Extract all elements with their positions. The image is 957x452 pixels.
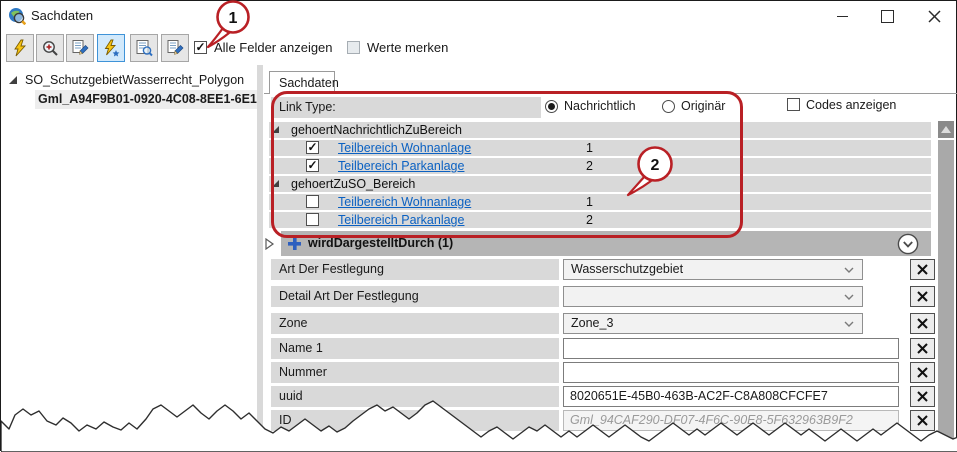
scrollbar-up-button[interactable] [938, 121, 954, 138]
minimize-button[interactable] [827, 4, 857, 28]
scrollbar-thumb[interactable] [938, 140, 954, 440]
link-type-option-label[interactable]: Nachrichtlich [564, 99, 636, 113]
chevron-down-icon [844, 294, 854, 300]
field-label: Art Der Festlegung [271, 259, 559, 280]
x-icon [917, 291, 928, 302]
chevron-down-circle-icon[interactable] [897, 233, 919, 255]
relation-item-value: 2 [586, 159, 593, 173]
id-readonly-input: Gml_94CAF290-DF07-4F6C-90E8-5F632963B9F2 [563, 410, 899, 431]
lightning-new-button[interactable] [97, 34, 125, 62]
chevron-down-icon [844, 321, 854, 327]
relation-item-link[interactable]: Teilbereich Parkanlage [338, 158, 464, 174]
tab-strip-line [264, 93, 957, 94]
relation-item-value: 1 [586, 141, 593, 155]
zone-combo[interactable]: Zone_3 [563, 313, 863, 334]
form-edit-icon [72, 40, 89, 55]
scroll-up-icon [941, 126, 951, 133]
tab-sachdaten[interactable]: Sachdaten [269, 71, 339, 94]
form-preview-icon [136, 40, 153, 57]
show-all-fields-checkbox[interactable] [194, 41, 207, 54]
field-label: uuid [271, 386, 559, 407]
nummer-input[interactable] [563, 362, 899, 383]
app-identify-icon [8, 7, 26, 25]
link-type-label: Link Type: [271, 97, 541, 118]
sachdaten-window: Sachdaten ✓ Alle Felder anzeigen Werte m… [0, 0, 957, 452]
maximize-button[interactable] [872, 4, 902, 28]
field-label: Zone [271, 313, 559, 334]
plus-icon [288, 237, 301, 250]
tree-selected-item[interactable]: Gml_A94F9B01-0920-4C08-8EE1-6E1 [38, 90, 257, 109]
field-label: ID [271, 410, 559, 431]
codes-anzeigen-label: Codes anzeigen [806, 98, 897, 112]
remember-values-checkbox[interactable] [347, 41, 360, 54]
link-type-radio-originaer[interactable] [662, 100, 675, 113]
zoom-in-icon [43, 41, 58, 56]
group-expand-icon[interactable] [272, 180, 279, 187]
x-icon [917, 264, 928, 275]
link-type-option-label[interactable]: Originär [681, 99, 725, 113]
relation-group-label: gehoertZuSO_Bereich [291, 177, 416, 191]
group-expand-icon[interactable] [272, 126, 279, 133]
field-label: Detail Art Der Festlegung [271, 286, 559, 307]
tree-expand-icon[interactable] [9, 76, 17, 84]
remember-values-label: Werte merken [367, 40, 449, 55]
field-label: Nummer [271, 362, 559, 383]
form-preview-button[interactable] [130, 34, 158, 62]
relation-item-value: 1 [586, 195, 593, 209]
window-title: Sachdaten [31, 8, 94, 23]
x-icon [917, 367, 928, 378]
form-edit-button[interactable] [66, 34, 94, 62]
section-title: wirdDargestelltDurch (1) [308, 236, 454, 250]
codes-anzeigen-checkbox[interactable] [787, 98, 800, 111]
lightning-icon [14, 39, 27, 57]
relation-item-value: 2 [586, 213, 593, 227]
clear-field-button[interactable] [910, 362, 935, 383]
section-collapse-icon[interactable] [265, 238, 275, 250]
clear-field-button[interactable] [910, 259, 935, 280]
clear-field-button[interactable] [910, 338, 935, 359]
x-icon [917, 318, 928, 329]
chevron-down-icon [844, 267, 854, 273]
clear-field-button[interactable] [910, 410, 935, 431]
zoom-in-button[interactable] [36, 34, 64, 62]
form-edit-copy-icon [167, 40, 184, 55]
tree-root-item[interactable]: SO_SchutzgebietWasserrecht_Polygon [25, 71, 257, 89]
clear-field-button[interactable] [910, 313, 935, 334]
show-all-fields-label: Alle Felder anzeigen [214, 40, 333, 55]
callout-number: 1 [229, 10, 238, 27]
detail-art-der-festlegung-combo[interactable] [563, 286, 863, 307]
uuid-input[interactable]: 8020651E-45B0-463B-AC2F-C8A808CFCFE7 [563, 386, 899, 407]
identify-lightning-button[interactable] [6, 34, 34, 62]
relation-item-checkbox[interactable] [306, 141, 319, 154]
minimize-icon [836, 15, 848, 17]
x-icon [917, 343, 928, 354]
field-label: Name 1 [271, 338, 559, 359]
relation-item-link[interactable]: Teilbereich Parkanlage [338, 212, 464, 228]
relation-group-label: gehoertNachrichtlichZuBereich [291, 123, 462, 137]
lightning-new-icon [104, 39, 120, 57]
relation-item-link[interactable]: Teilbereich Wohnanlage [338, 140, 471, 156]
relation-item-checkbox[interactable] [306, 195, 319, 208]
maximize-icon [880, 9, 894, 23]
close-button[interactable] [919, 4, 949, 28]
name1-input[interactable] [563, 338, 899, 359]
close-icon [927, 9, 941, 23]
form-edit-copy-button[interactable] [161, 34, 189, 62]
clear-field-button[interactable] [910, 286, 935, 307]
clear-field-button[interactable] [910, 386, 935, 407]
x-icon [917, 391, 928, 402]
relation-item-checkbox[interactable] [306, 159, 319, 172]
art-der-festlegung-combo[interactable]: Wasserschutzgebiet [563, 259, 863, 280]
relation-item-link[interactable]: Teilbereich Wohnanlage [338, 194, 471, 210]
x-icon [917, 415, 928, 426]
panel-splitter[interactable] [257, 65, 263, 431]
relation-item-checkbox[interactable] [306, 213, 319, 226]
link-type-radio-nachrichtlich[interactable] [545, 100, 558, 113]
